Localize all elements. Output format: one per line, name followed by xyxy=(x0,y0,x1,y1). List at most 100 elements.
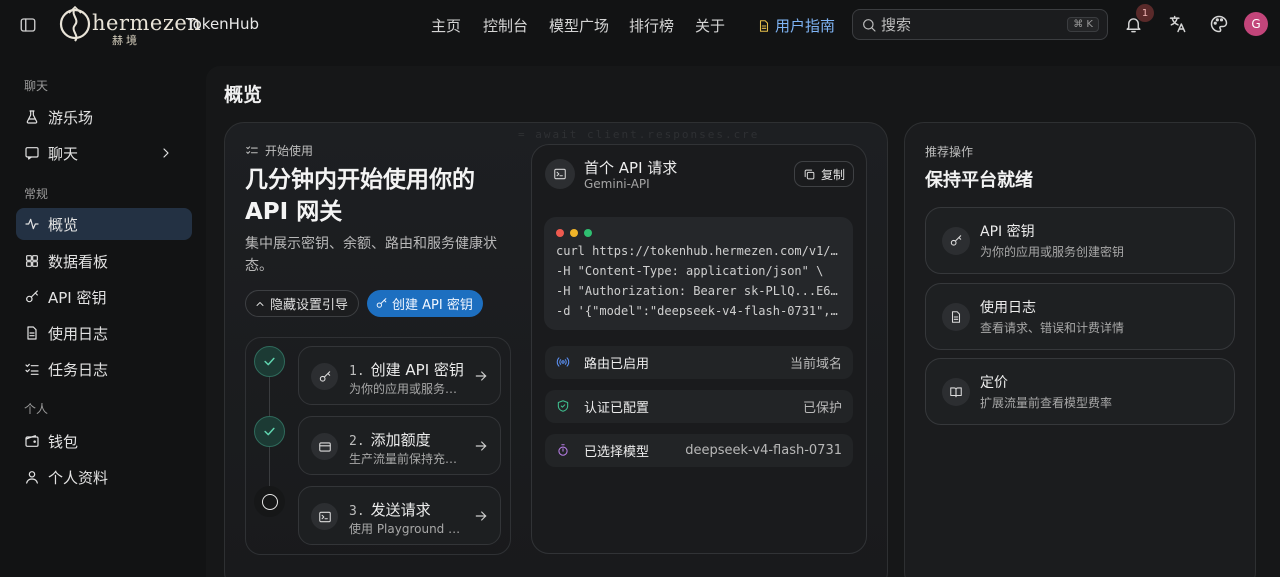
key-icon xyxy=(26,290,38,303)
step-number: 2. xyxy=(349,434,365,449)
code-line: -H "Content-Type: application/json" \ xyxy=(556,264,824,278)
search-box[interactable]: 搜索 ⌘ K xyxy=(852,9,1108,40)
status-value: deepseek-v4-flash-0731 xyxy=(685,443,842,458)
book-icon xyxy=(942,378,970,406)
sidebar-section-personal: 个人 xyxy=(24,402,49,416)
activity-icon xyxy=(25,218,39,230)
step-title: 2. 添加额度 xyxy=(349,429,431,450)
red-dot-icon xyxy=(556,229,564,237)
nav-console[interactable]: 控制台 xyxy=(483,15,528,36)
arrow-right-icon xyxy=(475,371,487,381)
step-title-text: 创建 API 密钥 xyxy=(370,361,464,379)
search-shortcut: ⌘ K xyxy=(1067,17,1099,32)
recommended-usage-logs[interactable]: 使用日志 查看请求、错误和计费详情 xyxy=(925,283,1235,350)
create-api-key-label: 创建 API 密钥 xyxy=(392,298,473,313)
key-icon xyxy=(311,363,338,390)
step-send-request[interactable]: 3. 发送请求 使用 Playground 发送第一个请求 xyxy=(298,486,501,545)
sidebar-item-label: 使用日志 xyxy=(48,324,109,343)
step-subtitle: 生产流量前保持充足余额 xyxy=(349,452,461,466)
background-code-text: = await client.responses.cre xyxy=(518,128,760,141)
sidebar-item-label: 钱包 xyxy=(48,432,79,451)
sidebar-section-general: 常规 xyxy=(24,187,49,201)
key-icon xyxy=(376,298,387,308)
translate-icon[interactable] xyxy=(1168,14,1188,34)
green-dot-icon xyxy=(584,229,592,237)
sidebar-item-overview[interactable]: 概览 xyxy=(16,208,192,240)
status-value: 当前域名 xyxy=(789,357,842,372)
recommended-item-name: 定价 xyxy=(980,375,1008,391)
yellow-dot-icon xyxy=(570,229,578,237)
status-label: 路由已启用 xyxy=(584,357,650,372)
status-label: 认证已配置 xyxy=(584,401,650,416)
sidebar-toggle-icon[interactable] xyxy=(19,16,37,34)
step-create-api-key[interactable]: 1. 创建 API 密钥 为你的应用或服务创建密钥 xyxy=(298,346,501,405)
copy-label: 复制 xyxy=(820,167,845,182)
chat-icon xyxy=(25,147,39,160)
sidebar-section-chat: 聊天 xyxy=(24,79,49,93)
check-icon xyxy=(264,357,275,366)
hide-setup-guide-label: 隐藏设置引导 xyxy=(270,298,349,313)
sidebar-item-task-logs[interactable]: 任务日志 xyxy=(16,353,192,385)
recommended-api-keys[interactable]: API 密钥 为你的应用或服务创建密钥 xyxy=(925,207,1235,274)
sidebar-item-usage-logs[interactable]: 使用日志 xyxy=(16,317,192,349)
user-icon xyxy=(26,471,38,484)
nav-leaderboard[interactable]: 排行榜 xyxy=(629,15,674,36)
logo-wordmark: hermezen xyxy=(92,11,202,35)
getting-started-label: 开始使用 xyxy=(245,142,313,159)
brand-name[interactable]: TokenHub xyxy=(186,15,259,33)
key-icon xyxy=(942,227,970,255)
step-title-text: 添加额度 xyxy=(370,431,431,449)
shield-check-icon xyxy=(556,399,572,415)
top-bar: hermezen 赫境 TokenHub 主页 控制台 模型广场 排行榜 关于 … xyxy=(0,0,1280,50)
recommended-item-desc: 为你的应用或服务创建密钥 xyxy=(980,245,1125,259)
recommended-item-name: 使用日志 xyxy=(980,300,1036,316)
notification-badge: 1 xyxy=(1136,4,1154,22)
dashboard-icon xyxy=(26,255,38,267)
copy-button[interactable]: 复制 xyxy=(794,161,854,187)
chevron-up-icon xyxy=(256,301,264,306)
step-title: 1. 创建 API 密钥 xyxy=(349,359,464,380)
circle-icon xyxy=(261,493,278,510)
sidebar-item-wallet[interactable]: 钱包 xyxy=(16,425,192,457)
api-request-title: 首个 API 请求 xyxy=(584,159,678,177)
recommended-title: 保持平台就绪 xyxy=(925,170,1033,191)
hermezen-logo[interactable]: hermezen 赫境 xyxy=(56,3,201,47)
step-add-credit[interactable]: 2. 添加额度 生产流量前保持充足余额 xyxy=(298,416,501,475)
sidebar-item-label: 概览 xyxy=(48,215,79,234)
step-subtitle: 为你的应用或服务创建密钥 xyxy=(349,382,461,396)
code-snippet[interactable]: curl https://tokenhub.hermezen.com/v1/ch… xyxy=(544,217,853,330)
status-auth: 认证已配置 已保护 xyxy=(545,390,853,423)
search-input[interactable]: 搜索 xyxy=(881,14,1067,35)
nav-about[interactable]: 关于 xyxy=(695,15,725,36)
step-number: 3. xyxy=(349,504,365,519)
nav-model-square[interactable]: 模型广场 xyxy=(549,15,609,36)
recommended-pricing[interactable]: 定价 扩展流量前查看模型费率 xyxy=(925,358,1235,425)
sidebar-item-api-keys[interactable]: API 密钥 xyxy=(16,281,192,313)
sidebar-item-dashboard[interactable]: 数据看板 xyxy=(16,245,192,277)
hide-setup-guide-button[interactable]: 隐藏设置引导 xyxy=(245,290,360,317)
chevron-right-icon[interactable] xyxy=(158,145,174,161)
status-value: 已保护 xyxy=(802,401,842,416)
arrow-right-icon xyxy=(475,441,487,451)
document-icon xyxy=(759,19,769,32)
user-guide-link[interactable]: 用户指南 xyxy=(757,15,835,36)
recommended-item-name: API 密钥 xyxy=(980,224,1035,240)
sidebar-item-playground[interactable]: 游乐场 xyxy=(16,101,192,133)
status-routing: 路由已启用 当前域名 xyxy=(545,346,853,379)
avatar[interactable]: G xyxy=(1244,12,1268,36)
sidebar-item-chat[interactable]: 聊天 xyxy=(16,137,192,169)
create-api-key-button[interactable]: 创建 API 密钥 xyxy=(367,290,483,317)
credit-card-icon xyxy=(311,433,338,460)
palette-icon[interactable] xyxy=(1209,14,1229,34)
flask-icon xyxy=(26,110,38,124)
page-title: 概览 xyxy=(224,84,263,106)
step-number: 1. xyxy=(349,364,365,379)
nav-home[interactable]: 主页 xyxy=(431,15,461,36)
step-1-status xyxy=(254,346,285,377)
api-request-subtitle: Gemini-API xyxy=(584,177,650,191)
user-guide-label: 用户指南 xyxy=(775,17,836,35)
sidebar-item-profile[interactable]: 个人资料 xyxy=(16,461,192,493)
sidebar-item-label: API 密钥 xyxy=(48,288,107,307)
logo-mark-icon xyxy=(59,5,91,42)
code-line: curl https://tokenhub.hermezen.com/v1/ch… xyxy=(556,244,841,258)
